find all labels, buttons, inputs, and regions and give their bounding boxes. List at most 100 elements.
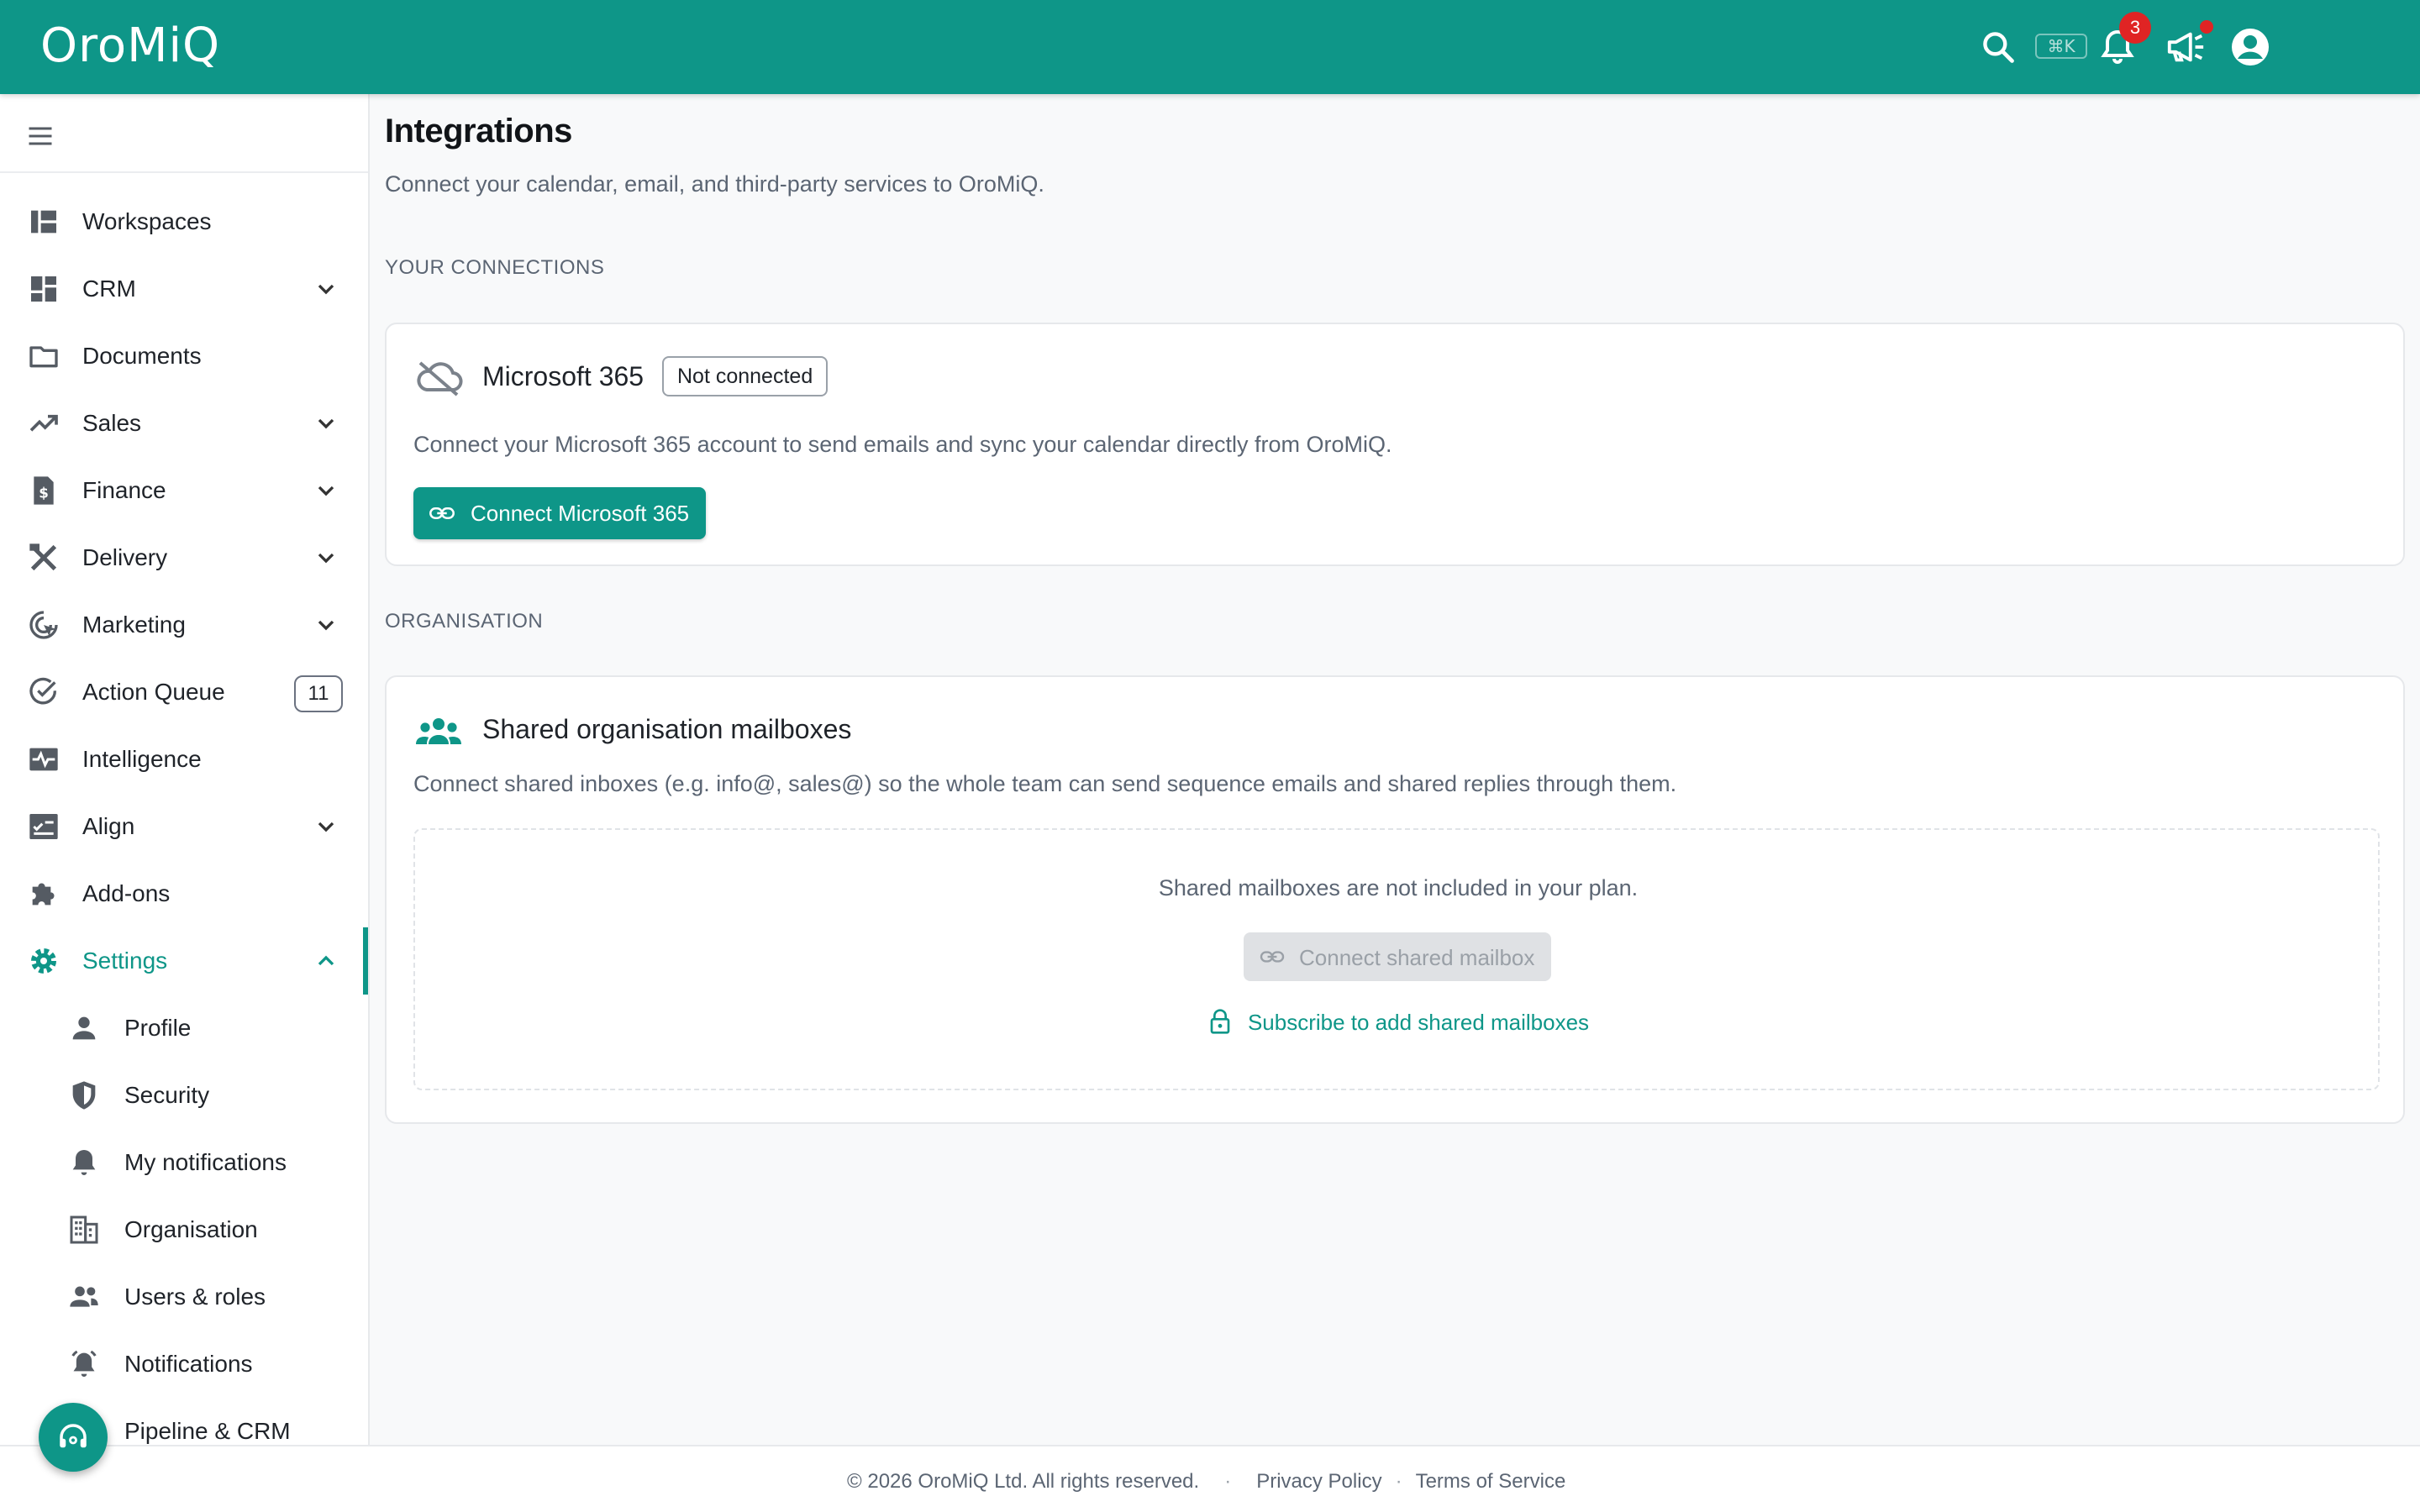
section-label-organisation: ORGANISATION bbox=[385, 610, 544, 633]
shield-icon bbox=[72, 1081, 96, 1110]
gear-icon bbox=[31, 948, 56, 974]
footer: © 2026 OroMiQ Ltd. All rights reserved. ·… bbox=[0, 1445, 2420, 1512]
chevron-up-icon[interactable] bbox=[313, 948, 339, 974]
microsoft-365-card: Microsoft 365 Not connected Connect your… bbox=[385, 323, 2405, 566]
sidebar-item-label: Settings bbox=[82, 948, 168, 974]
sidebar-item-label: Profile bbox=[124, 1015, 192, 1041]
sidebar: Workspaces CRM Documents Sales $ Finance… bbox=[0, 94, 370, 1445]
sidebar-item-delivery[interactable]: Delivery bbox=[0, 524, 368, 591]
chevron-down-icon[interactable] bbox=[313, 612, 339, 638]
menu-icon[interactable] bbox=[25, 121, 55, 151]
sidebar-item-settings[interactable]: Settings bbox=[0, 927, 368, 995]
sidebar-item-documents[interactable]: Documents bbox=[0, 323, 368, 390]
shared-mailboxes-card: Shared organisation mailboxes Connect sh… bbox=[385, 675, 2405, 1124]
sidebar-item-label: Organisation bbox=[124, 1216, 258, 1242]
building-icon bbox=[70, 1215, 98, 1244]
active-indicator bbox=[363, 927, 368, 995]
sidebar-item-intelligence[interactable]: Intelligence bbox=[0, 726, 368, 793]
action-queue-count-badge: 11 bbox=[294, 675, 343, 712]
sidebar-item-label: Workspaces bbox=[82, 208, 212, 234]
cloud-off-icon bbox=[417, 361, 463, 396]
sidebar-item-add-ons[interactable]: Add-ons bbox=[0, 860, 368, 927]
chevron-down-icon[interactable] bbox=[313, 477, 339, 504]
chevron-down-icon[interactable] bbox=[313, 544, 339, 571]
sidebar-item-label: Marketing bbox=[82, 612, 186, 638]
top-app-bar: OroMiQ ⌘K 3 bbox=[0, 0, 2420, 94]
connection-status-chip: Not connected bbox=[662, 356, 829, 396]
connect-microsoft-365-button[interactable]: Connect Microsoft 365 bbox=[413, 487, 706, 539]
button-label: Connect shared mailbox bbox=[1299, 945, 1535, 970]
trending-up-icon bbox=[29, 414, 58, 432]
search-icon[interactable] bbox=[1980, 29, 2017, 66]
folder-icon bbox=[29, 346, 58, 368]
shared-mailboxes-empty-state: Shared mailboxes are not included in you… bbox=[413, 828, 2380, 1090]
sidebar-item-align[interactable]: Align bbox=[0, 793, 368, 860]
support-chat-button[interactable] bbox=[39, 1403, 108, 1472]
sidebar-item-my-notifications[interactable]: My notifications bbox=[0, 1129, 368, 1196]
appbar-actions: ⌘K 3 bbox=[1916, 0, 2420, 94]
people-icon bbox=[70, 1286, 98, 1307]
groups-icon bbox=[416, 718, 461, 744]
connect-shared-mailbox-button[interactable]: Connect shared mailbox bbox=[1244, 932, 1551, 981]
button-label: Connect Microsoft 365 bbox=[471, 501, 690, 526]
sidebar-item-action-queue[interactable]: Action Queue 11 bbox=[0, 659, 368, 726]
sidebar-item-label: Users & roles bbox=[124, 1284, 266, 1310]
sidebar-item-organisation[interactable]: Organisation bbox=[0, 1196, 368, 1263]
bell-icon bbox=[72, 1150, 96, 1175]
app-logo[interactable]: OroMiQ bbox=[40, 18, 220, 73]
sidebar-item-label: Documents bbox=[82, 343, 202, 369]
page-subtitle: Connect your calendar, email, and third-… bbox=[385, 171, 1044, 197]
privacy-policy-link[interactable]: Privacy Policy bbox=[1256, 1470, 1381, 1493]
lock-icon bbox=[1210, 1009, 1230, 1034]
sidebar-item-label: My notifications bbox=[124, 1149, 287, 1175]
sidebar-item-label: CRM bbox=[82, 276, 136, 302]
grid-icon bbox=[31, 276, 56, 302]
main-content: Integrations Connect your calendar, emai… bbox=[371, 94, 2420, 1445]
tools-icon bbox=[29, 543, 57, 571]
chevron-down-icon[interactable] bbox=[313, 410, 339, 437]
microsoft-365-description: Connect your Microsoft 365 account to se… bbox=[413, 432, 1392, 457]
link-icon bbox=[1260, 951, 1285, 963]
announcement-dot bbox=[2200, 20, 2213, 34]
terms-of-service-link[interactable]: Terms of Service bbox=[1416, 1470, 1566, 1493]
sidebar-item-workspaces[interactable]: Workspaces bbox=[0, 188, 368, 255]
chevron-down-icon[interactable] bbox=[313, 276, 339, 302]
sidebar-item-notifications[interactable]: Notifications bbox=[0, 1331, 368, 1398]
sidebar-item-label: Finance bbox=[82, 477, 166, 503]
sidebar-item-users-roles[interactable]: Users & roles bbox=[0, 1263, 368, 1331]
sidebar-item-label: Action Queue bbox=[82, 679, 225, 705]
sidebar-item-label: Add-ons bbox=[82, 880, 171, 906]
account-icon[interactable] bbox=[2230, 27, 2270, 67]
puzzle-icon bbox=[32, 883, 55, 906]
chevron-down-icon[interactable] bbox=[313, 813, 339, 840]
sidebar-item-profile[interactable]: Profile bbox=[0, 995, 368, 1062]
section-label-connections: YOUR CONNECTIONS bbox=[385, 256, 605, 279]
sidebar-item-crm[interactable]: CRM bbox=[0, 255, 368, 323]
microsoft-365-title: Microsoft 365 bbox=[482, 361, 644, 391]
sidebar-item-sales[interactable]: Sales bbox=[0, 390, 368, 457]
sidebar-divider bbox=[0, 171, 368, 173]
svg-text:$: $ bbox=[39, 485, 49, 501]
subscribe-link[interactable]: Subscribe to add shared mailboxes bbox=[415, 1008, 2381, 1036]
megaphone-icon[interactable] bbox=[2165, 27, 2207, 67]
check-circle-icon bbox=[29, 677, 57, 705]
notification-count-badge: 3 bbox=[2119, 12, 2151, 44]
sidebar-item-security[interactable]: Security bbox=[0, 1062, 368, 1129]
page-title: Integrations bbox=[385, 113, 572, 150]
sidebar-item-finance[interactable]: $ Finance bbox=[0, 457, 368, 524]
monitor-heart-icon bbox=[29, 748, 58, 771]
sidebar-item-marketing[interactable]: Marketing bbox=[0, 591, 368, 659]
sidebar-item-label: Delivery bbox=[82, 544, 168, 570]
link-icon bbox=[429, 507, 455, 519]
person-icon bbox=[72, 1016, 96, 1040]
invoice-icon: $ bbox=[34, 476, 54, 505]
sidebar-item-label: Security bbox=[124, 1082, 210, 1108]
shared-mailboxes-title: Shared organisation mailboxes bbox=[482, 714, 852, 744]
subscribe-link-label: Subscribe to add shared mailboxes bbox=[1247, 1010, 1590, 1035]
sidebar-item-label: Intelligence bbox=[82, 746, 202, 772]
ads-click-icon bbox=[29, 611, 58, 639]
footer-separator: · bbox=[1224, 1470, 1232, 1493]
sidebar-item-label: Notifications bbox=[124, 1351, 253, 1377]
sidebar-item-label: Pipeline & CRM bbox=[124, 1418, 291, 1444]
dashboard-icon bbox=[31, 210, 56, 234]
